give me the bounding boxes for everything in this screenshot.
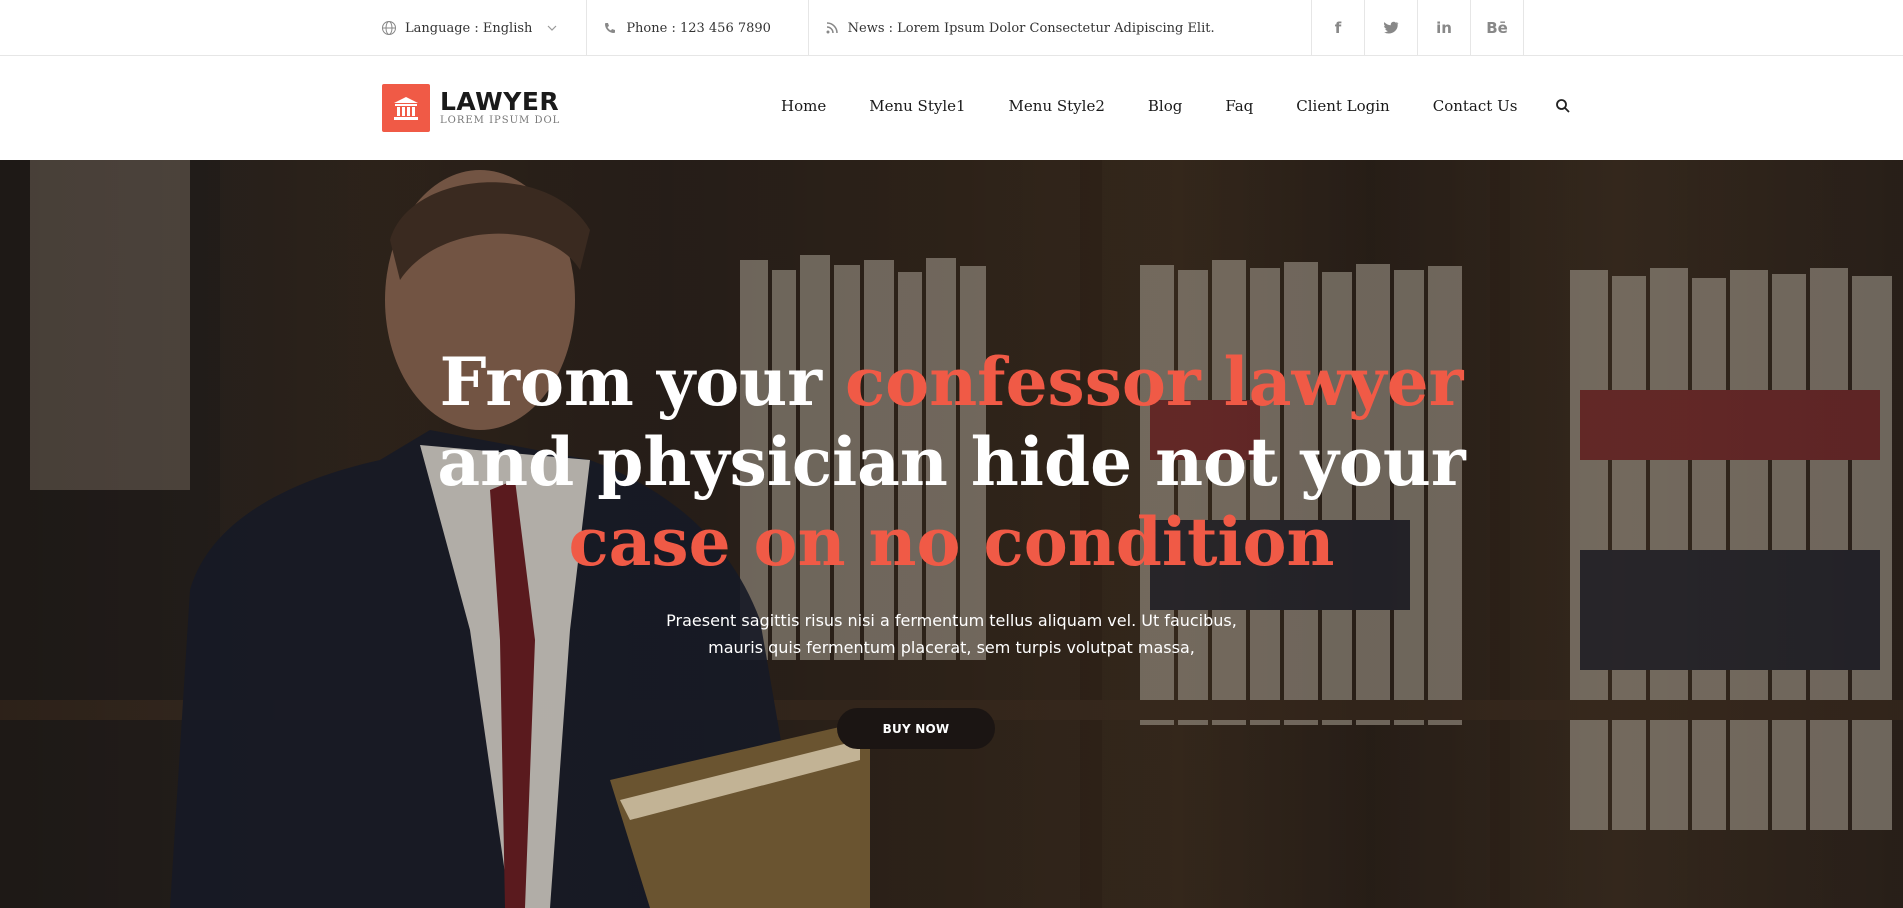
hero-title-accent2: case on no condition [568, 503, 1335, 581]
nav-menu-style2[interactable]: Menu Style2 [1009, 97, 1105, 115]
behance-icon[interactable]: Bē [1471, 0, 1524, 56]
news-ticker: News : Lorem Ipsum Dolor Consectetur Adi… [809, 0, 1311, 56]
hero-title-line2: and physician hide not your [437, 423, 1466, 501]
facebook-icon[interactable]: f [1312, 0, 1365, 56]
site-logo[interactable]: LAWYER LOREM IPSUM DOL [382, 84, 560, 132]
nav-contact-us[interactable]: Contact Us [1433, 97, 1518, 115]
search-icon[interactable] [1555, 98, 1571, 114]
nav-menu-style1[interactable]: Menu Style1 [869, 97, 965, 115]
phone-icon [605, 23, 616, 33]
hero-title: From your confessor lawyer and physician… [0, 342, 1903, 582]
hero-description: Praesent sagittis risus nisi a fermentum… [0, 607, 1903, 661]
hero-title-accent1: confessor lawyer [844, 343, 1464, 421]
buy-now-button[interactable]: BUY NOW [837, 708, 995, 749]
phone-info: Phone : 123 456 7890 [587, 0, 809, 56]
nav-client-login[interactable]: Client Login [1296, 97, 1389, 115]
top-bar: Language : English Phone : 123 456 7890 … [0, 0, 1903, 56]
language-label: Language : English [405, 20, 533, 36]
logo-title: LAWYER [440, 87, 560, 116]
twitter-icon[interactable] [1365, 0, 1418, 56]
nav-blog[interactable]: Blog [1148, 97, 1182, 115]
social-links: f in Bē [1311, 0, 1524, 56]
nav-faq[interactable]: Faq [1225, 97, 1253, 115]
courthouse-icon [382, 84, 430, 132]
hero-desc-line1: Praesent sagittis risus nisi a fermentum… [666, 611, 1237, 630]
hero-title-line1: From your [439, 343, 845, 421]
phone-label: Phone : 123 456 7890 [626, 20, 771, 36]
hero-section: From your confessor lawyer and physician… [0, 160, 1903, 908]
linkedin-icon[interactable]: in [1418, 0, 1471, 56]
hero-desc-line2: mauris quis fermentum placerat, sem turp… [708, 638, 1195, 657]
rss-icon [826, 22, 838, 34]
language-selector[interactable]: Language : English [380, 0, 588, 56]
news-label: News : Lorem Ipsum Dolor Consectetur Adi… [847, 20, 1215, 36]
nav-home[interactable]: Home [781, 97, 826, 115]
main-nav: Home Menu Style1 Menu Style2 Blog Faq Cl… [781, 97, 1571, 115]
logo-subtitle: LOREM IPSUM DOL [440, 115, 561, 126]
globe-icon [382, 21, 396, 35]
chevron-down-icon [547, 25, 557, 31]
main-header: LAWYER LOREM IPSUM DOL Home Menu Style1 … [0, 57, 1903, 160]
